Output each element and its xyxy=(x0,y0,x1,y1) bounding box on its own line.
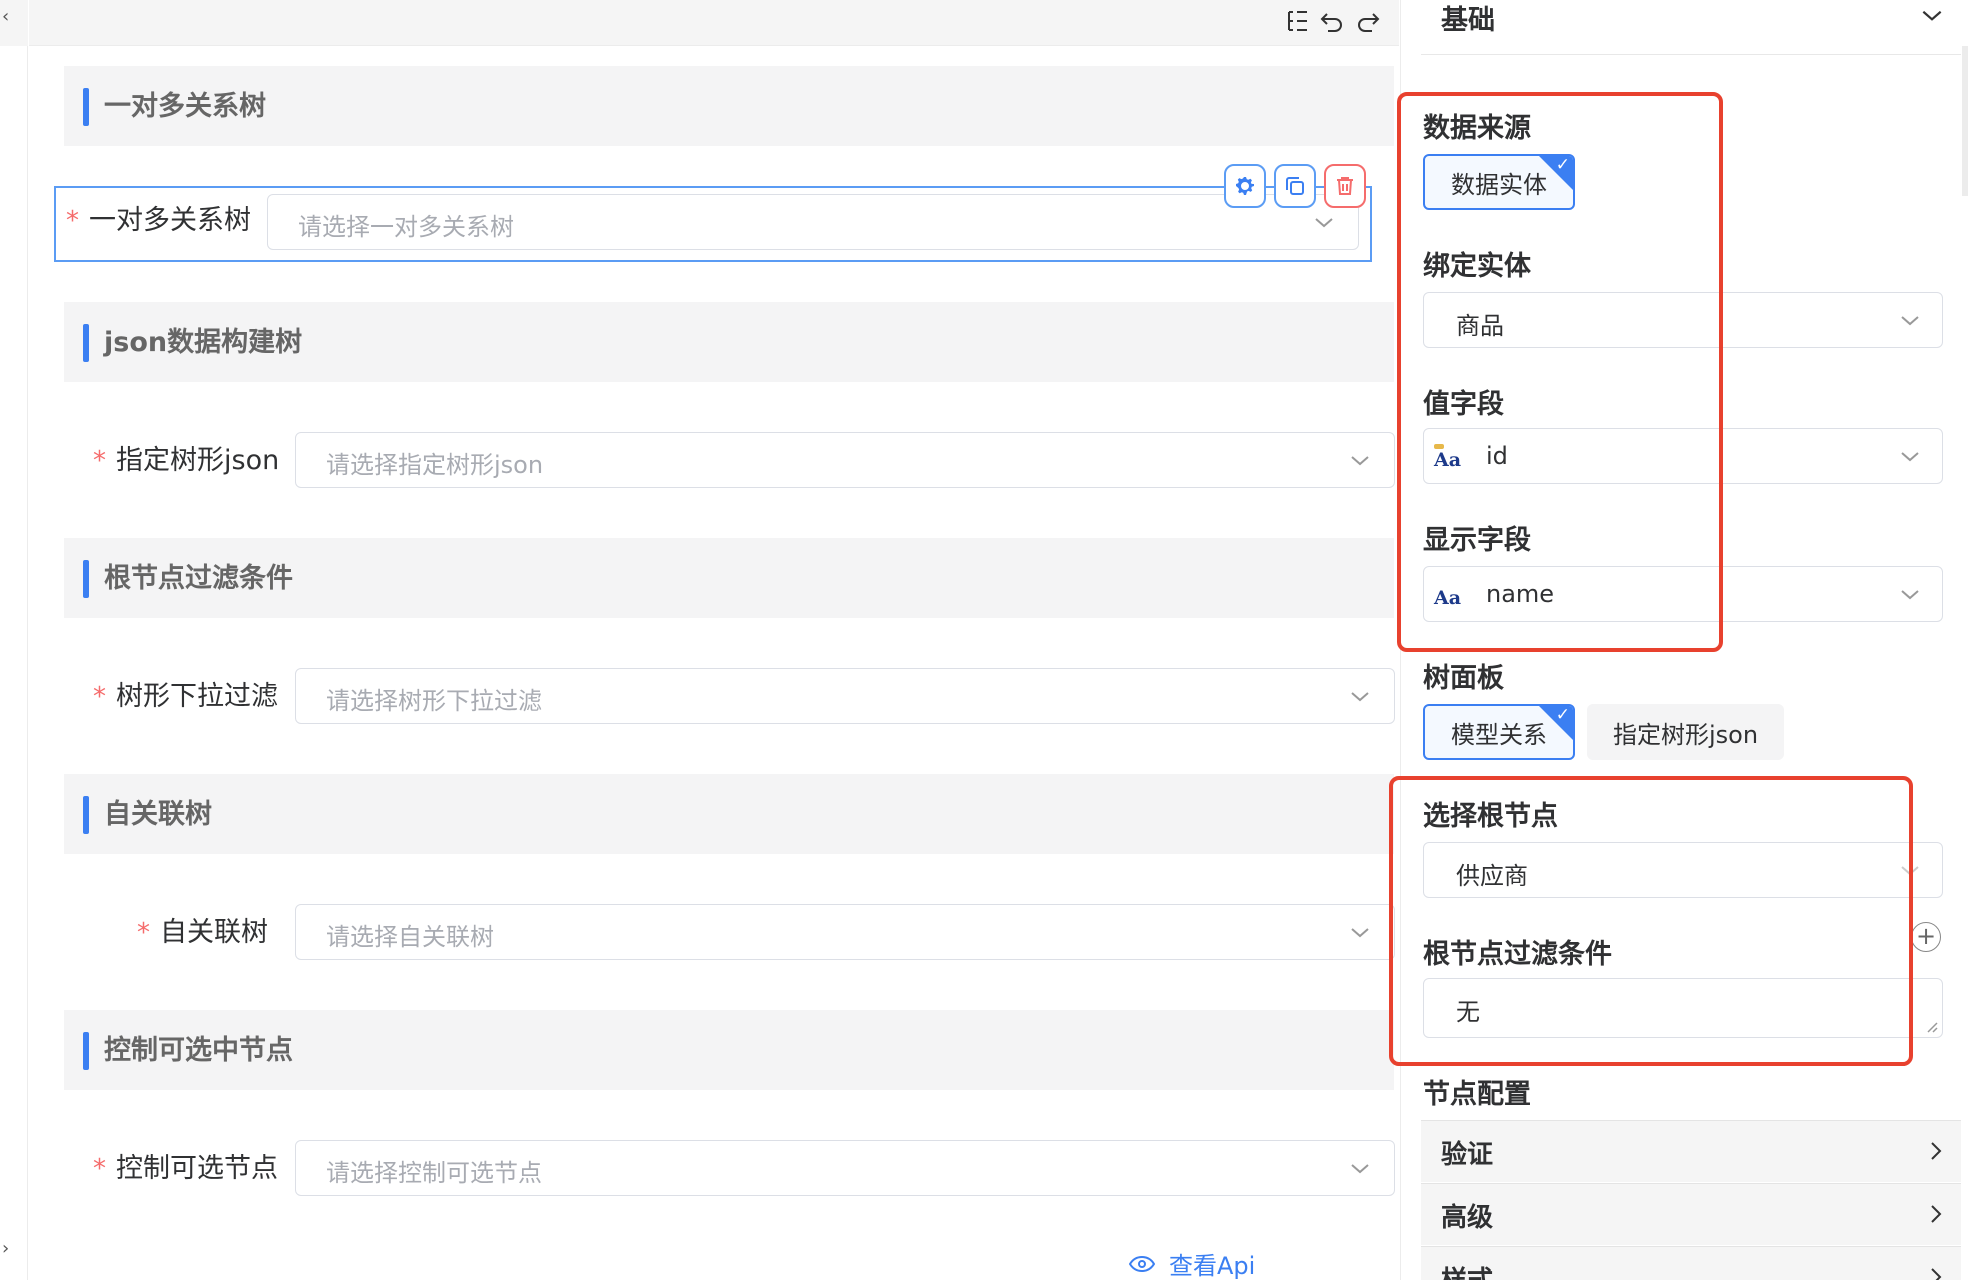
field-label: * 控制可选节点 xyxy=(93,1153,278,1184)
scrollbar[interactable] xyxy=(1962,46,1968,196)
check-icon: ✓ xyxy=(1555,155,1570,175)
form-row: * 指定树形json 请选择指定树形json xyxy=(59,424,1399,500)
chevron-down-icon xyxy=(1901,316,1919,326)
properties-panel: 基础 数据来源 数据实体 ✓ 绑定实体 商品 值字段 Aa id 显示字段 Aa… xyxy=(1389,0,1968,1280)
copy-icon xyxy=(1286,177,1304,195)
chevron-down-icon xyxy=(1351,1164,1369,1174)
form-canvas: 一对多关系树 * 一对多关系树 请选择一对多关系树 json数据构建树 * 指定树形… xyxy=(29,0,1399,1280)
eye-icon xyxy=(1129,1255,1155,1272)
tree-select[interactable]: 请选择自关联树 xyxy=(295,904,1395,960)
field-label: * 指定树形json xyxy=(93,445,280,476)
field-label: * 自关联树 xyxy=(137,917,268,948)
settings-button[interactable] xyxy=(1224,164,1266,208)
accordion-advanced[interactable]: 高级 xyxy=(1421,1183,1961,1245)
section-header: 一对多关系树 xyxy=(64,66,1394,146)
chevron-down-icon xyxy=(1901,452,1919,462)
section-header: 控制可选中节点 xyxy=(64,1010,1394,1090)
section-title: 一对多关系树 xyxy=(104,91,266,122)
chevron-right-icon xyxy=(1931,1142,1942,1160)
field-actions xyxy=(1224,164,1366,208)
tree-select[interactable]: 请选择控制可选节点 xyxy=(295,1140,1395,1196)
redo-icon[interactable] xyxy=(1351,4,1385,38)
add-circle-icon[interactable]: + xyxy=(1911,922,1941,952)
delete-button[interactable] xyxy=(1324,164,1366,208)
check-icon: ✓ xyxy=(1555,705,1570,725)
panel-header[interactable]: 基础 xyxy=(1401,0,1968,56)
highlight-box xyxy=(1389,776,1913,1066)
chevron-right-icon[interactable]: › xyxy=(2,1238,9,1259)
highlight-box xyxy=(1397,92,1723,652)
accordion-validation[interactable]: 验证 xyxy=(1421,1120,1961,1182)
form-row: * 自关联树 请选择自关联树 xyxy=(59,896,1399,972)
chevron-right-icon xyxy=(1931,1205,1942,1223)
chevron-down-icon xyxy=(1922,10,1942,21)
field-label: * 树形下拉过滤 xyxy=(93,681,278,712)
undo-icon[interactable] xyxy=(1315,4,1349,38)
tree-select[interactable]: 请选择一对多关系树 xyxy=(267,194,1359,250)
select-placeholder: 请选择指定树形json xyxy=(326,451,544,479)
field-label: * 一对多关系树 xyxy=(66,205,251,236)
section-header: json数据构建树 xyxy=(64,302,1394,382)
view-api-label: 查看Api xyxy=(1169,1252,1256,1280)
tree-select[interactable]: 请选择树形下拉过滤 xyxy=(295,668,1395,724)
chevron-down-icon xyxy=(1351,928,1369,938)
tree-panel-option-json[interactable]: 指定树形json xyxy=(1587,704,1785,760)
section-title: 根节点过滤条件 xyxy=(104,563,293,594)
form-row: * 控制可选节点 请选择控制可选节点 xyxy=(59,1132,1399,1208)
section-title: 控制可选中节点 xyxy=(104,1035,293,1066)
section-header: 自关联树 xyxy=(64,774,1394,854)
canvas-toolbar xyxy=(29,0,1399,46)
resize-handle-icon[interactable] xyxy=(1924,1019,1938,1033)
select-placeholder: 请选择一对多关系树 xyxy=(298,213,514,241)
chevron-down-icon xyxy=(1351,692,1369,702)
section-title: 自关联树 xyxy=(104,799,212,830)
section-title: json数据构建树 xyxy=(104,327,303,358)
tree-outline-icon[interactable] xyxy=(1281,4,1315,38)
node-config-label: 节点配置 xyxy=(1423,1079,1531,1110)
copy-button[interactable] xyxy=(1274,164,1316,208)
gear-icon xyxy=(1236,177,1254,195)
panel-header-label: 基础 xyxy=(1441,5,1495,36)
select-placeholder: 请选择控制可选节点 xyxy=(326,1159,542,1187)
select-placeholder: 请选择树形下拉过滤 xyxy=(326,687,542,715)
divider xyxy=(1421,54,1961,55)
tree-select[interactable]: 请选择指定树形json xyxy=(295,432,1395,488)
tree-panel-option-model[interactable]: 模型关系 ✓ xyxy=(1423,704,1575,760)
accordion-style[interactable]: 样式 xyxy=(1421,1246,1961,1280)
chevron-down-icon xyxy=(1901,590,1919,600)
tree-panel-label: 树面板 xyxy=(1423,663,1504,694)
view-api-link[interactable]: 查看Api xyxy=(1129,1246,1255,1280)
select-placeholder: 请选择自关联树 xyxy=(326,923,494,951)
trash-icon xyxy=(1337,177,1353,195)
chevron-down-icon xyxy=(1315,218,1333,228)
form-row: * 树形下拉过滤 请选择树形下拉过滤 xyxy=(59,660,1399,736)
chevron-right-icon xyxy=(1931,1268,1942,1280)
chevron-down-icon xyxy=(1351,456,1369,466)
form-row-selected[interactable]: * 一对多关系树 请选择一对多关系树 xyxy=(54,186,1372,262)
chevron-left-icon[interactable]: ‹ xyxy=(2,6,9,27)
left-gutter: ‹ › xyxy=(0,0,28,1280)
section-header: 根节点过滤条件 xyxy=(64,538,1394,618)
